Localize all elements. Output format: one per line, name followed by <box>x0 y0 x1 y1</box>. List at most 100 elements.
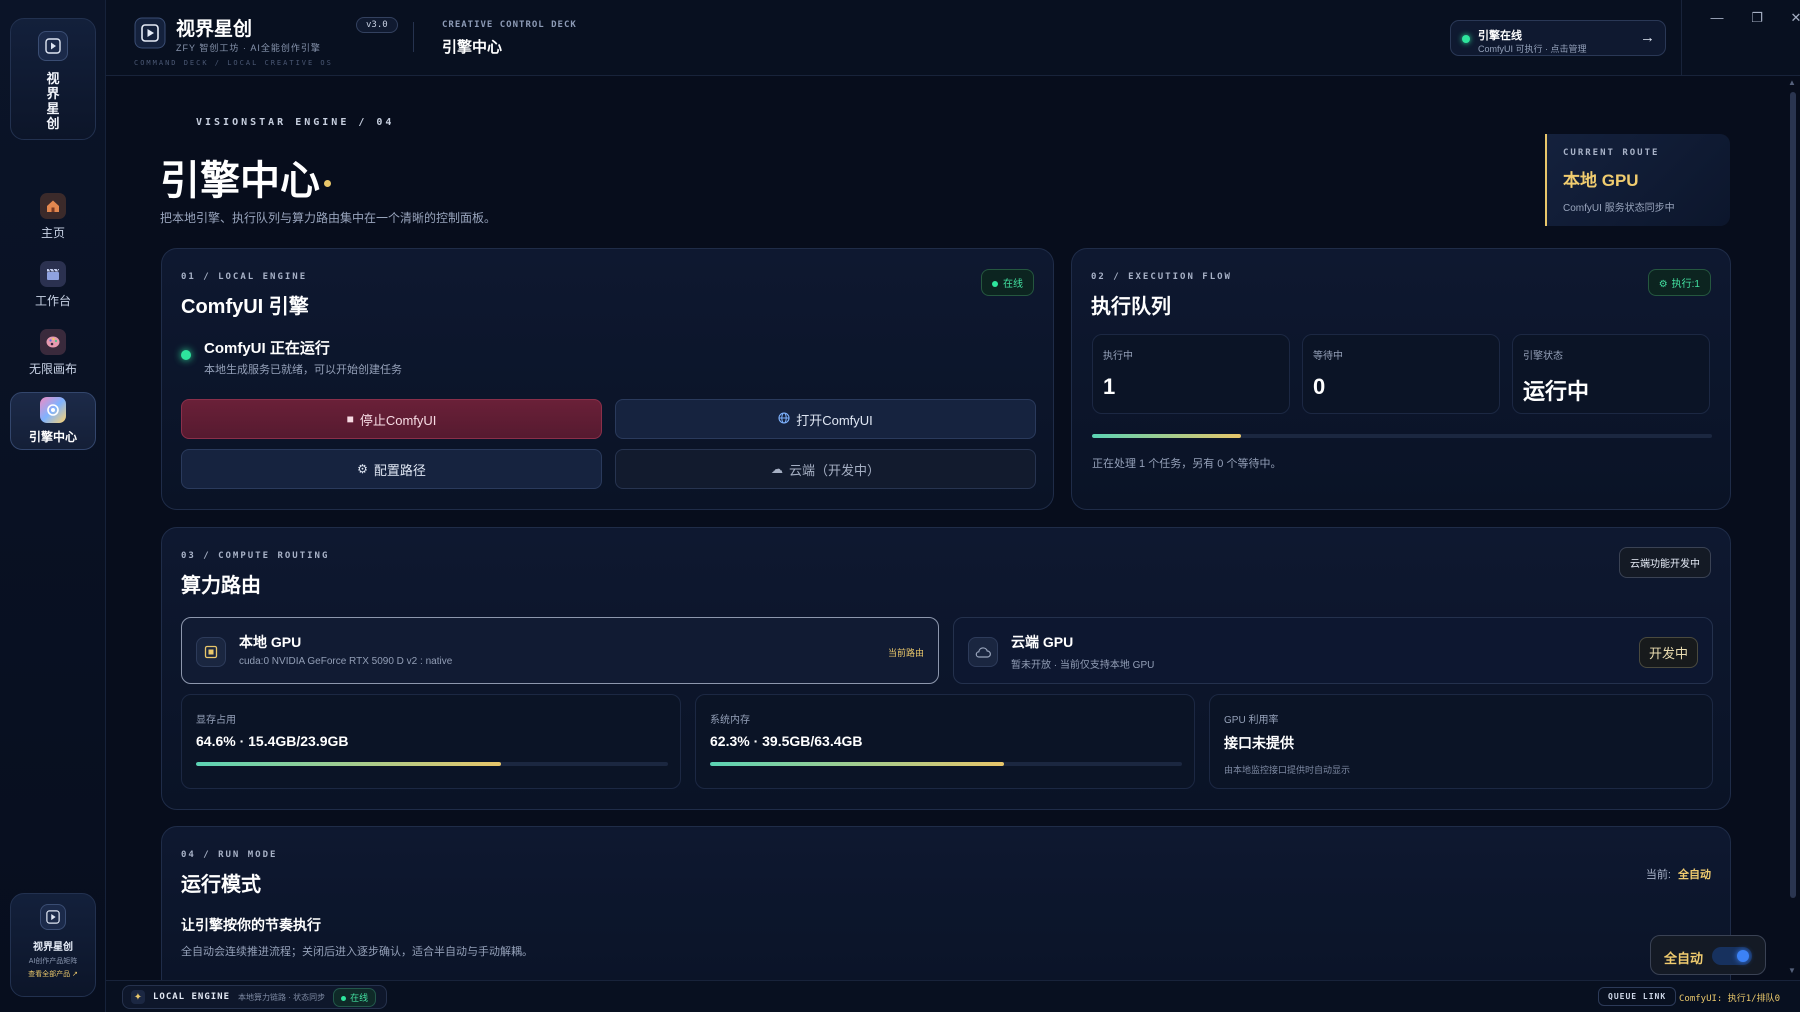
sidebar-product-card[interactable]: 视界星创 AI创作产品矩阵 查看全部产品 ↗ <box>10 893 96 997</box>
metric-label: 系统内存 <box>710 715 750 726</box>
current-route-tag: 当前路由 <box>887 648 924 658</box>
panel-title: 算力路由 <box>181 575 261 597</box>
sidebar-item-workbench[interactable]: 工作台 <box>10 256 96 314</box>
route-local-gpu[interactable]: 本地 GPU cuda:0 NVIDIA GeForce RTX 5090 D … <box>181 617 939 684</box>
scroll-down-icon[interactable]: ▼ <box>1788 966 1796 975</box>
sidebar-item-canvas[interactable]: 无限画布 <box>10 324 96 382</box>
engine-status-title: ComfyUI 正在运行 <box>204 340 330 357</box>
local-engine-chip[interactable]: ✦ LOCAL ENGINE 本地算力链路 · 状态同步 在线 <box>122 985 388 1009</box>
stat-executing: 执行中 1 <box>1092 334 1290 414</box>
gear-icon: ⚙ <box>357 462 368 476</box>
config-path-button[interactable]: ⚙ 配置路径 <box>181 449 602 489</box>
metric-subtitle: 由本地监控接口提供时自动显示 <box>1224 765 1351 775</box>
stop-comfyui-label: 停止ComfyUI <box>359 412 437 428</box>
auto-mode-toggle[interactable]: 全自动 <box>1650 935 1766 975</box>
status-dot <box>992 281 998 288</box>
scrollbar-thumb[interactable] <box>1790 92 1796 898</box>
restore-button[interactable]: ❐ <box>1742 10 1772 30</box>
queue-readout: ComfyUI: 执行1/排队0 <box>1679 994 1781 1004</box>
app-logo-icon <box>134 17 166 49</box>
version-badge: v3.0 <box>356 17 398 33</box>
metric-vram: 显存占用 64.6% · 15.4GB/23.9GB <box>181 694 681 789</box>
deck-label: CREATIVE CONTROL DECK <box>442 20 577 30</box>
execution-queue-panel: 02 / EXECUTION FLOW 执行队列 ⚙ 执行:1 执行中 1 等待中… <box>1071 248 1731 510</box>
engine-icon <box>40 397 66 423</box>
vram-progress-fill <box>196 762 501 766</box>
panel-kicker: 01 / LOCAL ENGINE <box>181 272 308 282</box>
route-subtitle: 暂未开放 · 当前仅支持本地 GPU <box>1011 660 1155 671</box>
sidebar-item-label: 无限画布 <box>28 362 77 376</box>
queue-note: 正在处理 1 个任务，另有 0 个等待中。 <box>1092 458 1282 470</box>
product-card-link[interactable]: 查看全部产品 ↗ <box>28 969 78 979</box>
product-card-title: 视界星创 <box>33 942 73 953</box>
current-mode-label: 当前: <box>1645 869 1671 881</box>
metric-gpu-utilization: GPU 利用率 接口未提供 由本地监控接口提供时自动显示 <box>1209 694 1713 789</box>
close-button[interactable]: ✕ <box>1781 10 1800 30</box>
config-path-label: 配置路径 <box>373 462 426 478</box>
globe-icon <box>778 411 790 427</box>
stat-waiting: 等待中 0 <box>1302 334 1500 414</box>
topbar-page-title: 引擎中心 <box>442 39 503 56</box>
cloud-icon: ☁ <box>770 462 783 476</box>
window-controls-divider <box>1681 0 1682 76</box>
app-subtitle: ZFY 智创工坊 · AI全能创作引擎 <box>176 43 321 53</box>
cloud-dev-button[interactable]: ☁ 云端（开发中） <box>615 449 1036 489</box>
engine-status-subtitle: ComfyUI 可执行 · 点击管理 <box>1478 44 1587 54</box>
page-kicker: VISIONSTAR ENGINE / 04 <box>196 117 395 128</box>
queue-link-button[interactable]: QUEUE LINK <box>1598 987 1677 1006</box>
product-card-subtitle: AI创作产品矩阵 <box>28 958 78 965</box>
sidebar: 视界星创 主页 工作台 无限画布 引擎中心 视界星创 AI创作产品矩阵 查看全部… <box>0 0 106 1012</box>
metric-value: 接口未提供 <box>1224 735 1294 751</box>
panel-kicker: 03 / COMPUTE ROUTING <box>181 551 330 561</box>
arrow-right-icon: → <box>1640 29 1655 46</box>
queue-progress-bar <box>1092 434 1712 438</box>
sidebar-item-label: 主页 <box>40 226 65 240</box>
panel-kicker: 02 / EXECUTION FLOW <box>1091 272 1232 282</box>
stat-engine-state: 引擎状态 运行中 <box>1512 334 1710 414</box>
in-development-tag: 开发中 <box>1638 637 1698 668</box>
open-comfyui-button[interactable]: 打开ComfyUI <box>615 399 1036 439</box>
sidebar-nav: 主页 工作台 无限画布 引擎中心 <box>0 188 106 460</box>
stat-label: 等待中 <box>1313 351 1343 362</box>
metric-value: 64.6% · 15.4GB/23.9GB <box>196 733 349 749</box>
running-indicator-dot <box>181 350 191 360</box>
home-icon <box>40 193 66 219</box>
stat-value: 运行中 <box>1523 379 1590 404</box>
local-engine-status: 在线 <box>333 987 377 1007</box>
sidebar-brand[interactable]: 视界星创 <box>10 18 96 140</box>
status-dot <box>341 995 347 1001</box>
page-description: 把本地引擎、执行队列与算力路由集中在一个清晰的控制面板。 <box>160 211 497 225</box>
metric-label: GPU 利用率 <box>1224 715 1279 726</box>
play-icon <box>38 31 68 61</box>
local-engine-sub: 本地算力链路 · 状态同步 <box>238 992 326 1002</box>
vram-progress-bar <box>196 762 668 766</box>
queue-progress-fill <box>1092 434 1241 438</box>
topbar: 视界星创 ZFY 智创工坊 · AI全能创作引擎 v3.0 COMMAND DE… <box>106 0 1800 76</box>
main-scrollbar[interactable]: ▲ ▼ <box>1786 76 1800 980</box>
metric-value: 62.3% · 39.5GB/63.4GB <box>710 733 863 749</box>
auto-mode-toggle-label: 全自动 <box>1664 951 1704 966</box>
local-engine-panel: 01 / LOCAL ENGINE ComfyUI 引擎 在线 ComfyUI … <box>161 248 1054 510</box>
toggle-knob <box>1737 950 1749 962</box>
minimize-button[interactable]: — <box>1702 10 1732 30</box>
open-comfyui-label: 打开ComfyUI <box>796 412 873 428</box>
compute-routing-panel: 03 / COMPUTE ROUTING 算力路由 云端功能开发中 本地 GPU… <box>161 527 1731 810</box>
local-engine-status-text: 在线 <box>350 992 369 1003</box>
sidebar-item-home[interactable]: 主页 <box>10 188 96 246</box>
memory-progress-bar <box>710 762 1182 766</box>
sidebar-item-engine[interactable]: 引擎中心 <box>10 392 96 450</box>
stop-comfyui-button[interactable]: ■ 停止ComfyUI <box>181 399 602 439</box>
metric-label: 显存占用 <box>196 715 236 726</box>
online-badge: 在线 <box>981 269 1034 296</box>
route-cloud-gpu[interactable]: 云端 GPU 暂未开放 · 当前仅支持本地 GPU 开发中 <box>953 617 1713 684</box>
current-mode: 当前: 全自动 <box>1646 866 1711 882</box>
engine-status-subtitle: 本地生成服务已就绪，可以开始创建任务 <box>204 364 402 376</box>
route-title: 本地 GPU <box>239 634 302 650</box>
topbar-divider <box>413 22 414 52</box>
sidebar-item-label: 引擎中心 <box>28 430 77 444</box>
stat-value: 0 <box>1313 374 1326 399</box>
engine-status-title: 引擎在线 <box>1478 30 1522 42</box>
scroll-up-icon[interactable]: ▲ <box>1788 78 1796 87</box>
main-content: VISIONSTAR ENGINE / 04 引擎中心 把本地引擎、执行队列与算… <box>106 76 1786 980</box>
engine-status-button[interactable]: 引擎在线 ComfyUI 可执行 · 点击管理 → <box>1450 20 1666 56</box>
